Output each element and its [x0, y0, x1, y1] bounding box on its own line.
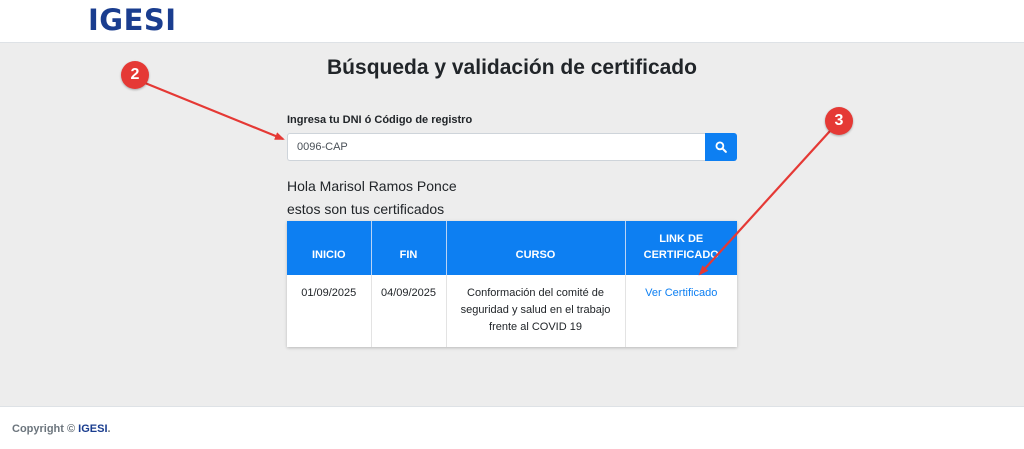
copyright-brand[interactable]: IGESI	[78, 423, 107, 435]
footer: Copyright © IGESI.	[0, 406, 1024, 449]
search-label: Ingresa tu DNI ó Código de registro	[287, 114, 473, 126]
table-row: 01/09/2025 04/09/2025 Conformación del c…	[287, 275, 737, 347]
igesi-logo[interactable]: IGESI	[88, 3, 177, 37]
header-link: LINK DE CERTIFICADO	[625, 221, 737, 275]
cell-fin: 04/09/2025	[371, 275, 447, 347]
header-fin: FIN	[371, 221, 447, 275]
copyright-prefix: Copyright ©	[12, 423, 76, 435]
page-title: Búsqueda y validación de certificado	[327, 56, 697, 79]
search-button[interactable]	[705, 133, 737, 161]
top-navbar: IGESI	[0, 0, 1024, 43]
table-header-row: INICIO FIN CURSO LINK DE CERTIFICADO	[287, 221, 737, 275]
greeting-subtitle: estos son tus certificados	[287, 201, 445, 217]
certificates-table: INICIO FIN CURSO LINK DE CERTIFICADO 01/…	[287, 221, 737, 347]
search-input[interactable]	[287, 133, 705, 161]
main-content: Búsqueda y validación de certificado Ing…	[0, 43, 1024, 406]
copyright-suffix: .	[107, 423, 111, 435]
header-curso: CURSO	[446, 221, 626, 275]
step-badge-2: 2	[121, 61, 149, 89]
view-certificate-link[interactable]: Ver Certificado	[645, 287, 717, 299]
header-inicio: INICIO	[287, 221, 372, 275]
cell-link: Ver Certificado	[625, 275, 737, 347]
cell-inicio: 01/09/2025	[287, 275, 372, 347]
step-badge-3: 3	[825, 107, 853, 135]
greeting-name: Hola Marisol Ramos Ponce	[287, 178, 457, 194]
greeting: Hola Marisol Ramos Ponce estos son tus c…	[287, 175, 457, 221]
search-icon	[715, 141, 727, 153]
cell-curso: Conformación del comité de seguridad y s…	[446, 275, 626, 347]
copyright: Copyright © IGESI.	[12, 423, 111, 435]
